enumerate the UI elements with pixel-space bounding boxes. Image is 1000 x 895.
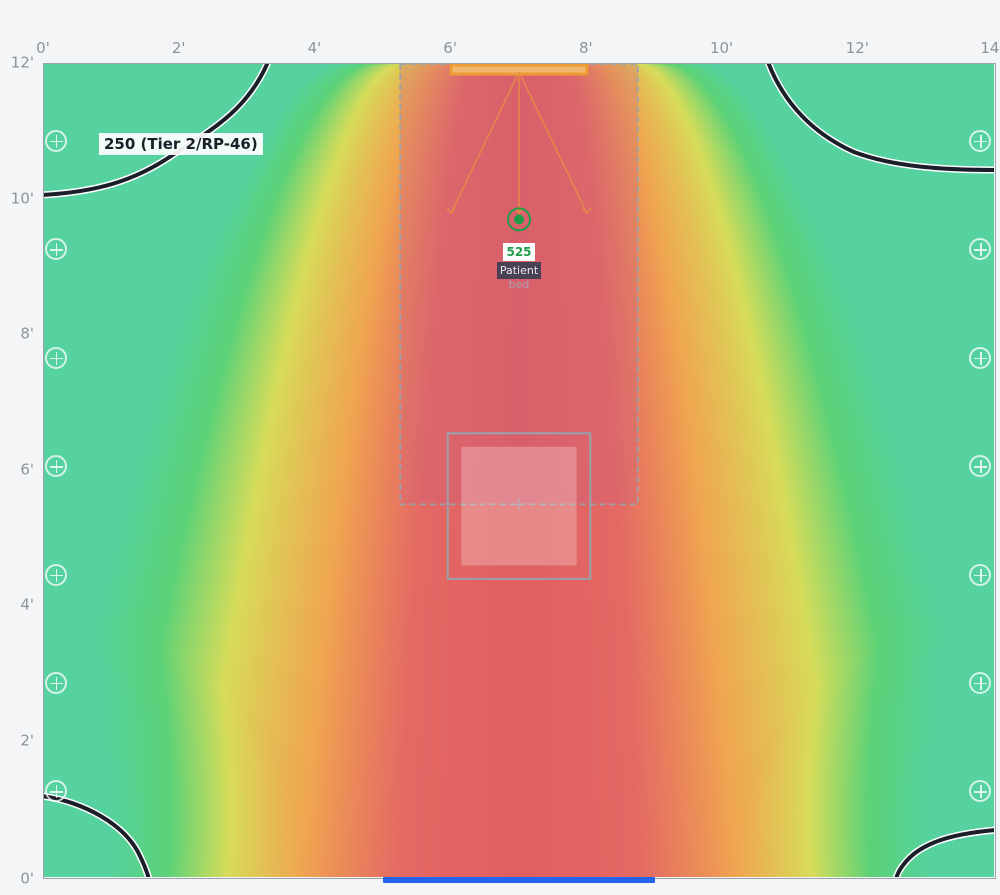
lighting-plan-canvas: 0' 2' 4' 6' 8' 10' 12' 14' 12' 10' 8' 6' 4' 2' 0' [0,0,1000,895]
contour-bottom-left [44,792,153,877]
x-tick-label: 14' [980,39,1000,57]
add-point-left-5[interactable] [44,563,67,586]
plan-overlay [44,64,994,877]
x-tick-label: 4' [307,39,322,57]
peak-value-label: 525 [503,243,535,261]
table-surface [461,446,577,566]
x-tick-label: 12' [845,39,869,57]
x-tick-label: 8' [579,39,593,57]
add-point-right-3[interactable] [969,346,992,369]
y-tick-label: 2' [20,731,34,749]
illuminance-heatmap-plot[interactable] [43,63,996,879]
contour-top-left [44,64,271,199]
x-tick-label: 2' [171,39,186,57]
x-tick-label: 6' [443,39,457,57]
add-point-right-6[interactable] [969,671,992,694]
x-tick-label: 10' [709,39,734,57]
bed-tag-tail: bed [508,278,530,291]
x-tick-label: 0' [36,39,50,57]
add-point-right-5[interactable] [969,563,992,586]
y-tick-label: 8' [20,324,34,343]
add-point-left-6[interactable] [44,671,67,694]
add-point-right-1[interactable] [969,129,992,152]
y-tick-label: 10' [10,189,34,207]
add-point-left-4[interactable] [44,455,67,478]
add-point-right-7[interactable] [969,780,992,803]
bed-tag: Patient [497,262,541,279]
contour-bottom-left [44,794,151,877]
add-point-right-4[interactable] [969,455,992,478]
door-opening[interactable] [383,877,655,883]
y-tick-label: 6' [20,460,34,478]
y-tick-label: 4' [20,595,34,614]
add-point-right-2[interactable] [969,238,992,261]
y-tick-label: 0' [20,869,34,888]
add-point-left-2[interactable] [44,238,67,261]
add-point-left-7[interactable] [44,780,67,803]
y-tick-label: 12' [10,53,34,72]
contour-top-left [44,64,270,197]
add-point-left-1[interactable] [44,129,67,152]
contour-top-right [766,64,994,172]
add-point-left-3[interactable] [44,346,67,369]
contour-label: 250 (Tier 2/RP-46) [99,133,263,155]
